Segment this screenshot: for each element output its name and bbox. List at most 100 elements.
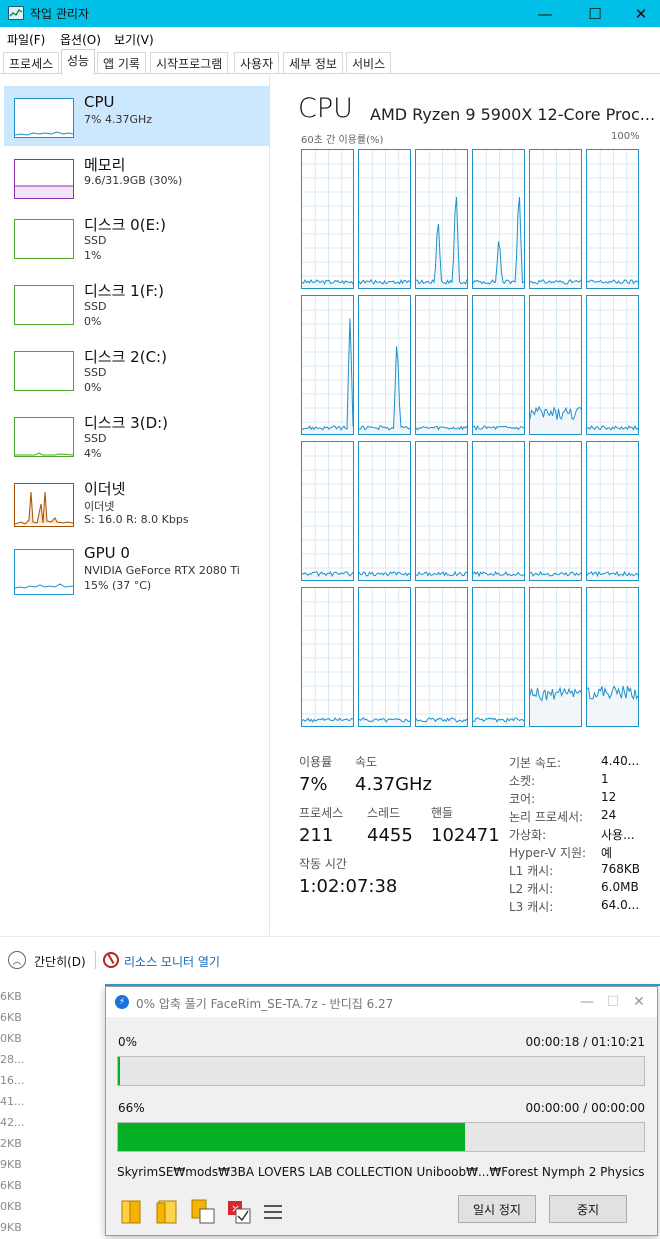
spec-hyperv-label: Hyper-V 지원: xyxy=(509,846,587,860)
spec-virtualization-value: 사용... xyxy=(601,828,635,842)
file-size: 6KB xyxy=(0,1179,22,1192)
file-progress-bar xyxy=(117,1056,645,1086)
close-icon[interactable]: ✕ xyxy=(626,992,652,1012)
graph-label: 60초 간 이용률(%) xyxy=(301,135,384,146)
memory-thumbnail xyxy=(14,159,74,199)
open-folder-icon[interactable] xyxy=(118,1197,144,1225)
sidebar-item-disk-3[interactable]: 디스크 3(D:) SSD 4% xyxy=(4,405,270,465)
sidebar-item-throughput: S: 16.0 R: 8.0 Kbps xyxy=(84,513,189,526)
open-resource-monitor-link[interactable]: 리소스 모니터 열기 xyxy=(124,953,220,970)
title-bar[interactable]: 작업 관리자 — ☐ ✕ xyxy=(0,0,660,27)
close-when-done-icon[interactable]: × xyxy=(226,1197,252,1225)
stop-button[interactable]: 중지 xyxy=(549,1195,627,1223)
spec-hyperv-value: 예 xyxy=(601,846,613,860)
spec-base-speed-label: 기본 속도: xyxy=(509,756,562,770)
tab-performance[interactable]: 성능 xyxy=(61,49,96,75)
sidebar-item-gpu[interactable]: GPU 0 NVIDIA GeForce RTX 2080 Ti 15% (37… xyxy=(4,537,270,597)
disk-thumbnail xyxy=(14,351,74,391)
sidebar-item-disk-2[interactable]: 디스크 2(C:) SSD 0% xyxy=(4,339,270,399)
threads-value: 4455 xyxy=(367,825,413,846)
total-progress-time: 00:00:00 / 00:00:00 xyxy=(525,1101,645,1115)
sidebar-item-label: 메모리 xyxy=(84,156,126,174)
minimize-icon[interactable]: — xyxy=(574,992,600,1012)
core-graph xyxy=(472,587,525,727)
maximize-icon: ☐ xyxy=(606,994,620,1010)
close-button[interactable]: ✕ xyxy=(618,0,660,27)
chevron-up-icon[interactable]: ︿ xyxy=(8,951,26,969)
tab-details[interactable]: 세부 정보 xyxy=(283,52,343,73)
pause-button[interactable]: 일시 정지 xyxy=(458,1195,536,1223)
file-size: 28... xyxy=(0,1053,25,1066)
cpu-thumbnail xyxy=(14,98,74,138)
spec-virtualization-label: 가상화: xyxy=(509,828,547,842)
core-graph xyxy=(529,149,582,289)
core-graph xyxy=(472,149,525,289)
core-graph xyxy=(415,587,468,727)
folder-icon[interactable] xyxy=(154,1197,180,1225)
folder-window-icon[interactable] xyxy=(190,1197,216,1225)
core-graph xyxy=(472,295,525,435)
sidebar-item-disk-1[interactable]: 디스크 1(F:) SSD 0% xyxy=(4,273,270,333)
sidebar-item-cpu[interactable]: CPU 7% 4.37GHz xyxy=(4,86,270,146)
core-graph xyxy=(529,295,582,435)
threads-label: 스레드 xyxy=(367,806,401,820)
graph-max-label: 100% xyxy=(611,131,640,142)
core-graph xyxy=(586,441,639,581)
task-manager-icon xyxy=(8,6,24,20)
dialog-title-bar[interactable]: ⚡ 0% 압축 풀기 FaceRim_SE-TA.7z - 반디집 6.27 —… xyxy=(106,987,657,1017)
menu-view[interactable]: 보기(V) xyxy=(114,31,154,48)
tab-processes[interactable]: 프로세스 xyxy=(3,52,60,73)
sidebar-item-memory[interactable]: 메모리 9.6/31.9GB (30%) xyxy=(4,147,270,207)
spec-l2-value: 6.0MB xyxy=(601,880,639,894)
file-size: 16... xyxy=(0,1074,25,1087)
handles-label: 핸들 xyxy=(431,806,454,820)
disk-thumbnail xyxy=(14,417,74,457)
file-size: 6KB xyxy=(0,990,22,1003)
file-size: 0KB xyxy=(0,1200,22,1213)
tab-users[interactable]: 사용자 xyxy=(234,52,280,73)
sidebar-item-model: NVIDIA GeForce RTX 2080 Ti xyxy=(84,564,240,577)
file-progress-percent: 0% xyxy=(118,1035,138,1049)
disk-thumbnail xyxy=(14,285,74,325)
total-progress-fill xyxy=(118,1123,465,1151)
core-graph xyxy=(301,441,354,581)
menu-options[interactable]: 옵션(O) xyxy=(60,31,101,48)
dialog-title: 0% 압축 풀기 FaceRim_SE-TA.7z - 반디집 6.27 xyxy=(136,997,394,1011)
menu-icon[interactable] xyxy=(260,1197,286,1225)
minimize-button[interactable]: — xyxy=(522,0,568,27)
core-graph xyxy=(301,587,354,727)
sidebar-item-label: 디스크 2(C:) xyxy=(84,348,167,366)
panel-title: CPU xyxy=(298,93,353,124)
utilization-value: 7% xyxy=(299,774,328,795)
sidebar-item-detail: 7% 4.37GHz xyxy=(84,113,153,126)
sidebar-item-type: SSD xyxy=(84,432,107,445)
tab-services[interactable]: 서비스 xyxy=(346,52,392,73)
core-graph xyxy=(586,149,639,289)
disk-thumbnail xyxy=(14,219,74,259)
sidebar-item-type: SSD xyxy=(84,366,107,379)
bandizip-icon: ⚡ xyxy=(115,995,129,1009)
sidebar-item-disk-0[interactable]: 디스크 0(E:) SSD 1% xyxy=(4,207,270,267)
ethernet-thumbnail xyxy=(14,483,74,527)
maximize-button[interactable]: ☐ xyxy=(572,0,618,27)
spec-l1-value: 768KB xyxy=(601,862,641,876)
core-graph xyxy=(358,441,411,581)
sidebar-item-label: 디스크 1(F:) xyxy=(84,282,164,300)
sidebar-item-usage: 0% xyxy=(84,381,102,394)
file-size: 0KB xyxy=(0,1032,22,1045)
sidebar-item-ethernet[interactable]: 이더넷 이더넷 S: 16.0 R: 8.0 Kbps xyxy=(4,471,270,531)
tab-app-history[interactable]: 앱 기록 xyxy=(97,52,146,73)
spec-sockets-label: 소켓: xyxy=(509,774,536,788)
spec-l3-value: 64.0... xyxy=(601,898,640,912)
spec-l3-label: L3 캐시: xyxy=(509,900,554,914)
core-graph xyxy=(415,149,468,289)
fewer-details-link[interactable]: 간단히(D) xyxy=(34,953,86,970)
total-progress-percent: 66% xyxy=(118,1101,145,1115)
file-size: 41... xyxy=(0,1095,25,1108)
spec-logical-label: 논리 프로세서: xyxy=(509,810,584,824)
menu-file[interactable]: 파일(F) xyxy=(7,31,45,48)
tab-startup[interactable]: 시작프로그램 xyxy=(150,52,229,73)
core-graph xyxy=(301,149,354,289)
sidebar-item-usage: 0% xyxy=(84,315,102,328)
core-graph xyxy=(586,587,639,727)
